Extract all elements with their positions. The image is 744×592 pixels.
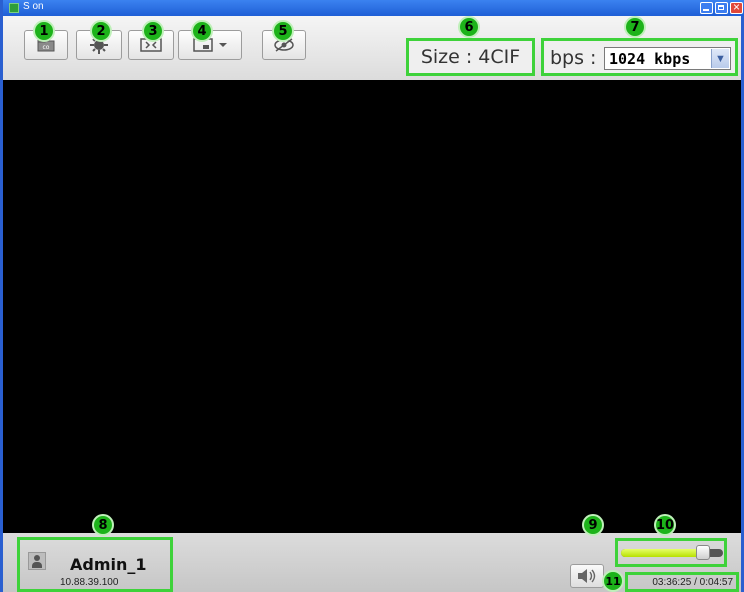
callout-badge: 3 [142,20,164,42]
resolution-display: Size : 4CIF [406,38,535,76]
chevron-down-icon[interactable]: ▼ [711,49,729,68]
volume-slider-thumb[interactable] [696,545,710,560]
speaker-icon [578,569,596,583]
app-icon [9,3,19,13]
playback-time: 03:36:25 / 0:04:57 [625,572,739,592]
bitrate-label: bps : [550,47,597,69]
user-avatar-icon [28,552,46,570]
callout-badge: 8 [92,514,114,536]
callout-badge: 2 [90,20,112,42]
bitrate-control: bps : 1024 kbps ▼ [541,38,738,76]
username: Admin_1 [70,555,147,574]
callout-badge: 4 [191,20,213,42]
bitrate-value: 1024 kbps [609,50,691,68]
callout-badge: 9 [582,514,604,536]
callout-badge: 7 [624,16,646,38]
close-button[interactable] [730,0,743,14]
callout-badge: 5 [272,20,294,42]
maximize-button[interactable] [715,2,728,14]
volume-slider-fill [621,549,700,557]
callout-badge: 11 [602,570,624,592]
minimize-button[interactable] [700,2,713,14]
title-bar: S on [3,0,744,16]
user-ip-address: 10.88.39.100 [60,577,119,588]
bitrate-select[interactable]: 1024 kbps ▼ [604,47,731,70]
callout-badge: 1 [33,20,55,42]
callout-badge: 6 [458,16,480,38]
video-display[interactable] [3,80,741,533]
mute-button[interactable] [570,564,604,588]
svg-text:co: co [43,44,50,51]
callout-badge: 10 [654,514,676,536]
window-title: S on [23,1,44,12]
